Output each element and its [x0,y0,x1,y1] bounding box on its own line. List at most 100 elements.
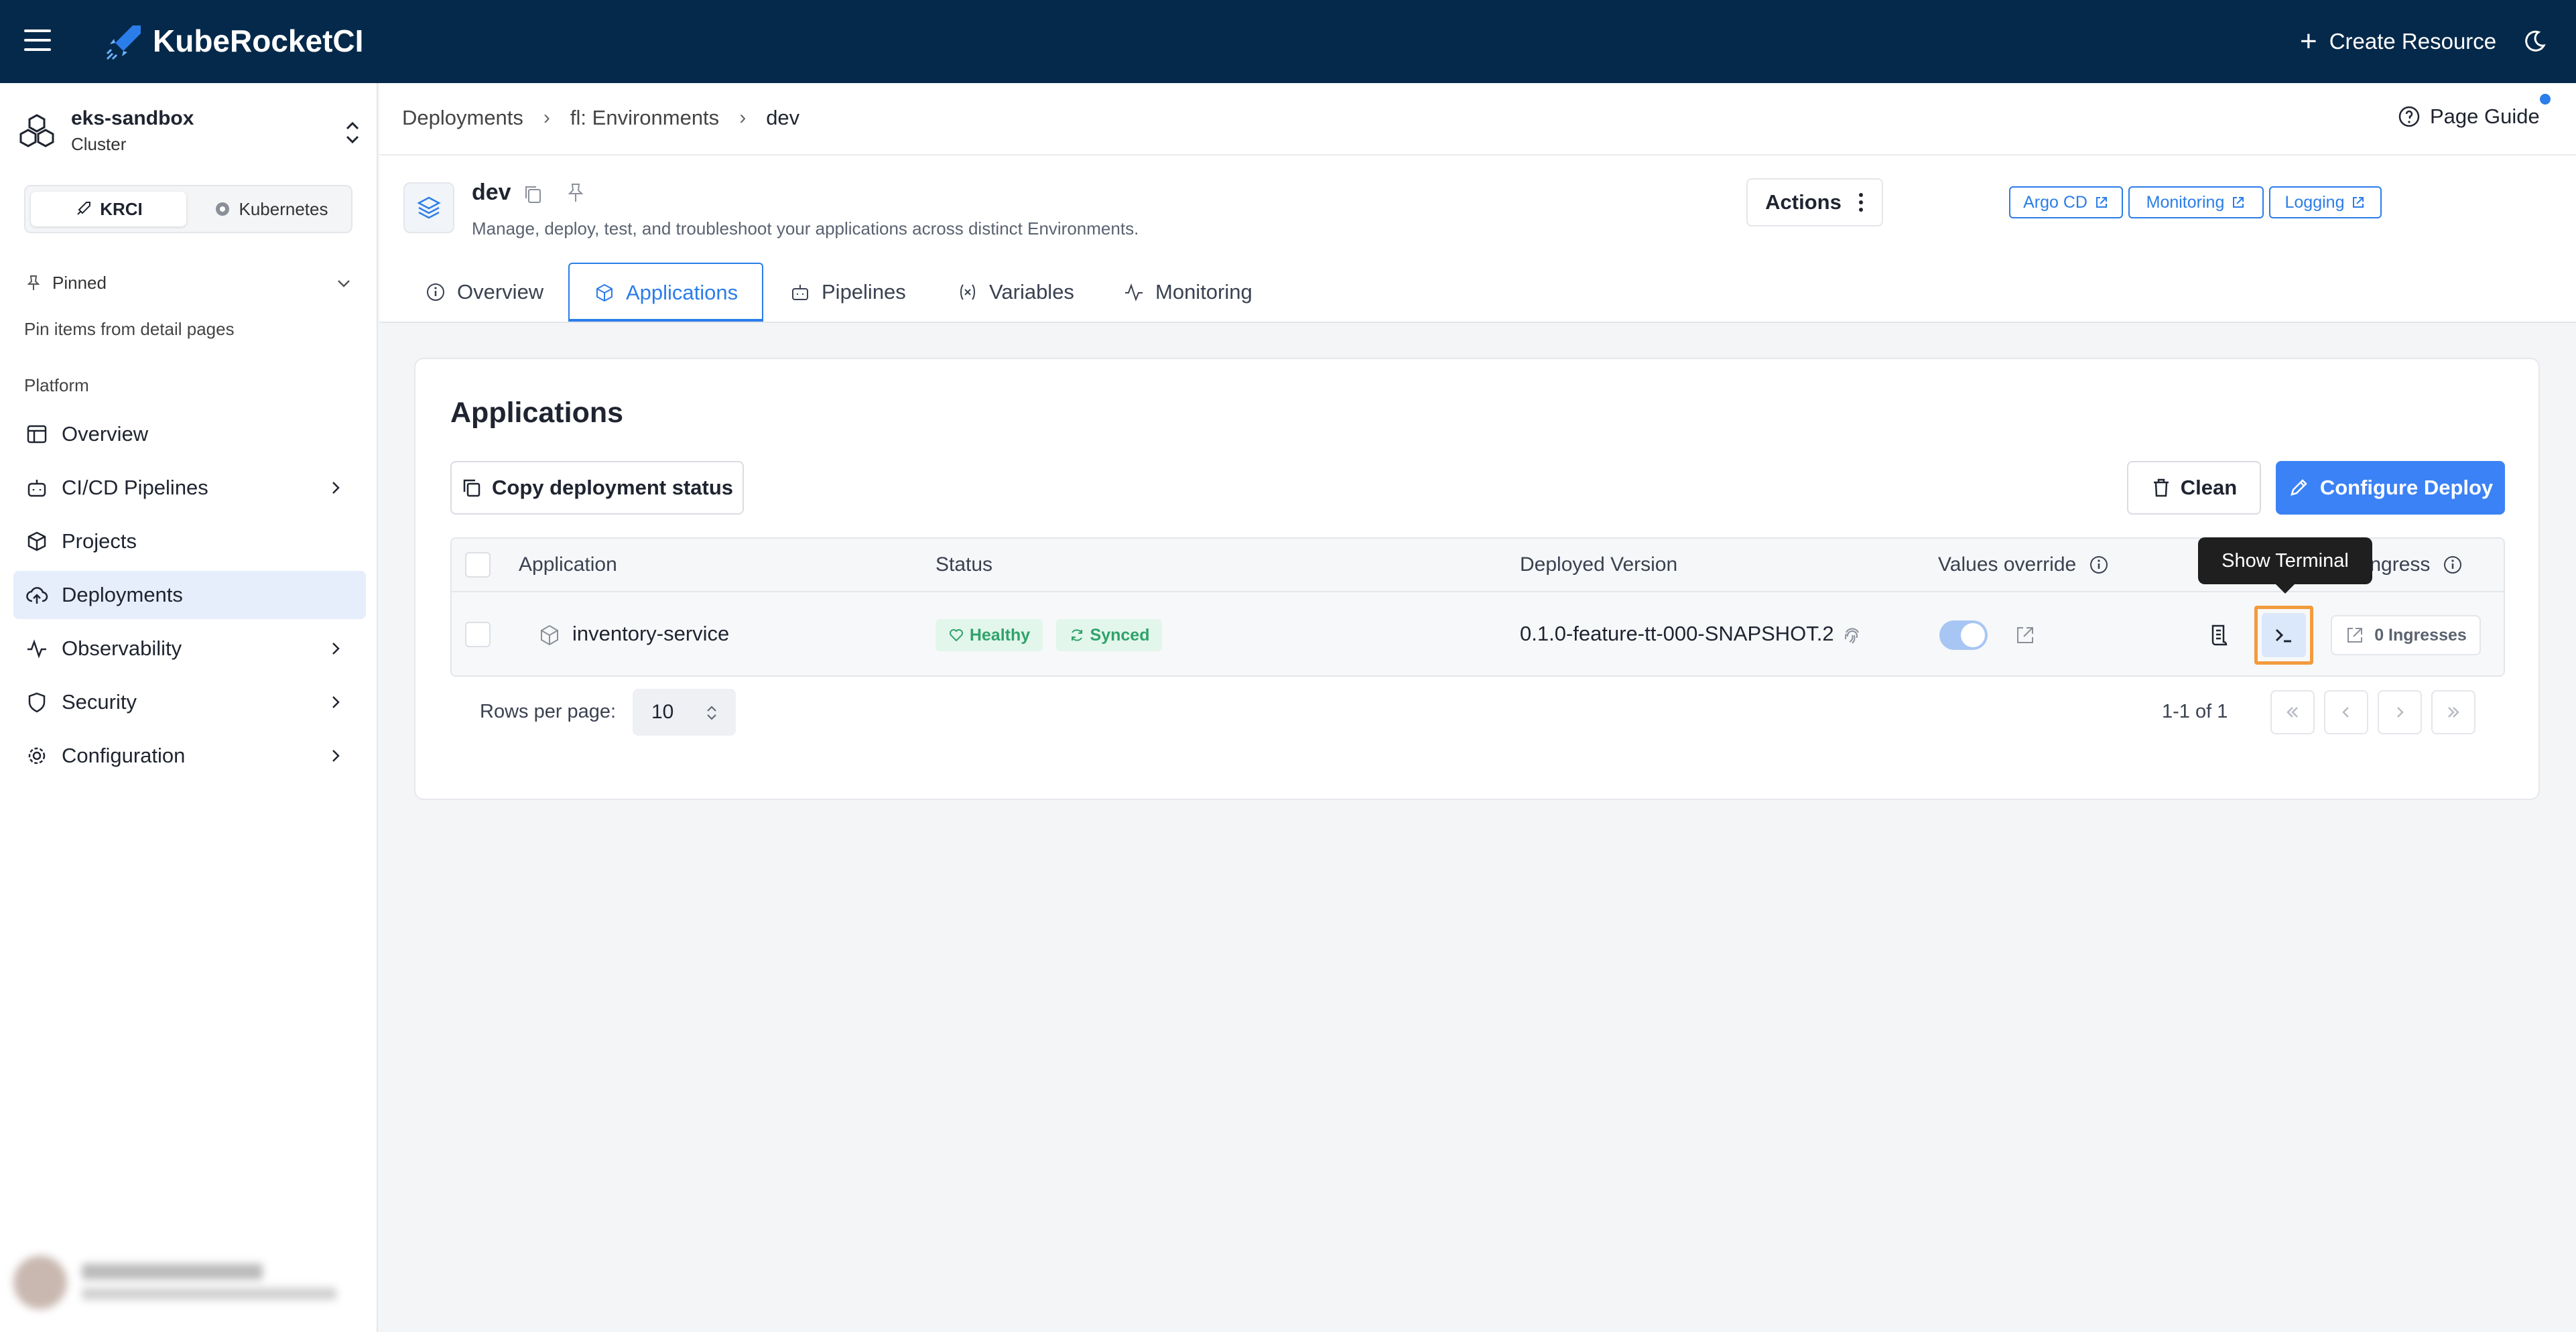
rows-per-page-value: 10 [651,701,674,723]
argo-cd-link[interactable]: Argo CD [2009,186,2123,218]
configure-deploy-button[interactable]: Configure Deploy [2276,461,2505,515]
cloud-upload-icon [26,587,48,604]
rocket-logo-icon [106,25,141,60]
divider [379,154,2576,155]
environment-name: dev [472,180,511,205]
breadcrumb-deployments[interactable]: Deployments [402,106,523,130]
breadcrumb-environments[interactable]: fl: Environments [570,106,719,130]
column-status[interactable]: Status [936,553,992,576]
chevron-right-icon: › [739,107,747,129]
tab-monitoring[interactable]: Monitoring [1123,263,1252,322]
pin-icon[interactable] [566,182,586,204]
mode-switch: KRCI Kubernetes [24,185,352,233]
row-checkbox[interactable] [465,622,491,647]
sidebar-item-label: Configuration [62,744,186,767]
pin-icon [27,275,40,290]
sidebar-item-security[interactable]: Security [13,678,366,726]
actions-button[interactable]: Actions [1746,178,1883,226]
terminal-icon [2275,628,2291,643]
box-icon [541,624,558,646]
sidebar-item-label: Projects [62,529,137,553]
gear-icon [28,747,46,764]
column-deployed-version[interactable]: Deployed Version [1520,553,1677,576]
tab-overview[interactable]: Overview [425,263,543,322]
page-guide-button[interactable]: Page Guide [2398,105,2576,129]
shield-icon [28,692,46,713]
application-name[interactable]: inventory-service [572,622,729,646]
rows-per-page-select[interactable]: 10 [633,689,736,736]
user-profile[interactable] [8,1249,367,1316]
show-terminal-button[interactable] [2254,606,2313,665]
column-values-override: Values override [1938,553,2110,576]
sidebar-item-deployments[interactable]: Deployments [13,571,366,619]
copy-deployment-status-label: Copy deployment status [492,476,733,499]
sidebar-item-overview[interactable]: Overview [13,410,366,458]
rows-per-page-label: Rows per page: [480,701,617,722]
next-page-button[interactable] [2378,690,2422,734]
info-icon[interactable] [2442,554,2463,576]
copy-deployment-status-button[interactable]: Copy deployment status [450,461,744,515]
sidebar-item-projects[interactable]: Projects [13,517,366,565]
column-application[interactable]: Application [519,553,617,576]
app-name: KubeRocketCI [153,23,364,58]
kubernetes-icon [215,202,229,216]
environment-description: Manage, deploy, test, and troubleshoot y… [472,218,1139,239]
clean-button[interactable]: Clean [2127,461,2261,515]
cluster-type: Cluster [71,134,127,154]
fingerprint-icon[interactable] [1840,623,1864,647]
heart-icon [949,629,963,642]
select-all-checkbox[interactable] [465,552,491,578]
last-page-button[interactable] [2431,690,2475,734]
mode-krci-button[interactable]: KRCI [31,192,186,226]
chevrons-right-icon [2448,707,2459,718]
ingresses-button[interactable]: 0 Ingresses [2331,615,2481,655]
variable-icon [960,284,975,300]
nav-section-label: Platform [24,375,89,395]
copy-icon[interactable] [523,184,543,205]
sidebar-item-observability[interactable]: Observability [13,624,366,673]
chevron-right-icon [2397,707,2404,718]
info-icon[interactable] [2088,554,2110,576]
first-page-button[interactable] [2270,690,2315,734]
pencil-icon [2291,479,2307,496]
chevron-up-down-icon[interactable] [342,118,363,147]
create-resource-button[interactable]: + Create Resource [2300,27,2496,56]
clean-label: Clean [2180,476,2238,499]
sidebar-item-configuration[interactable]: Configuration [13,732,366,780]
status-badge-healthy: Healthy [936,619,1043,651]
moon-icon[interactable] [2522,29,2547,54]
logging-link[interactable]: Logging [2269,186,2382,218]
mode-kubernetes-button[interactable]: Kubernetes [193,192,348,226]
sidebar-item-label: Deployments [62,583,183,606]
monitoring-link[interactable]: Monitoring [2128,186,2264,218]
values-override-toggle[interactable] [1939,620,1988,650]
tab-label: Pipelines [822,280,906,304]
pinned-section-toggle[interactable]: Pinned [24,269,352,296]
box-icon [596,283,613,302]
previous-page-button[interactable] [2324,690,2368,734]
chevron-right-icon [332,482,340,494]
breadcrumb-current: dev [766,106,800,129]
status-badge-synced: Synced [1056,619,1162,651]
external-link-icon [2347,628,2363,643]
chevron-up-down-icon [707,706,716,720]
tab-pipelines[interactable]: Pipelines [789,263,906,322]
tab-variables[interactable]: Variables [957,263,1074,322]
rocket-icon [77,202,91,215]
table-header: Application Status Deployed Version Valu… [452,539,2504,592]
menu-icon[interactable] [24,29,51,54]
sidebar-item-label: Security [62,690,137,714]
refresh-icon [1071,629,1082,641]
cluster-icon [19,114,54,147]
sidebar-item-cicd-pipelines[interactable]: CI/CD Pipelines [13,464,366,512]
logs-icon[interactable] [2206,622,2233,649]
external-link-icon [2233,197,2244,208]
external-link-icon[interactable] [2013,623,2037,647]
chevron-right-icon [332,696,340,708]
plus-icon: + [2300,25,2317,58]
table-row: inventory-service Healthy Synced 0.1.0-f… [452,592,2504,675]
sidebar-item-label: Overview [62,422,149,446]
tab-applications[interactable]: Applications [568,263,764,322]
sidebar-item-label: CI/CD Pipelines [62,476,208,499]
chevron-down-icon [338,280,350,287]
